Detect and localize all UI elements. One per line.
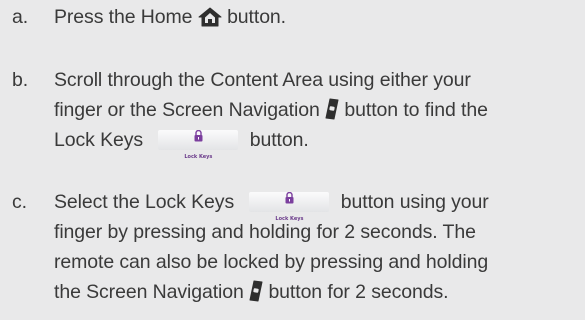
step-text-before: the Screen Navigation	[54, 281, 244, 303]
step-text-after: button.	[227, 6, 286, 28]
step-text-after: button to find the	[344, 99, 488, 121]
step-marker: c.	[12, 191, 27, 213]
step-text-before: finger or the Screen Navigation	[54, 99, 320, 121]
step-text: Scroll through the Content Area using ei…	[54, 65, 584, 160]
step-line: remote can also be locked by pressing an…	[54, 251, 489, 273]
step-text: Press the Home button.	[54, 2, 584, 32]
step-text-after: button using your	[340, 191, 489, 213]
step-text-before: Select the Lock Keys	[54, 191, 235, 213]
lock-keys-button: Lock Keys	[158, 130, 239, 160]
lock-keys-button: Lock Keys	[249, 192, 330, 222]
step-text: Select the Lock Keys Lock Keys button us…	[54, 187, 584, 307]
lock-icon	[285, 192, 294, 204]
lock-icon	[194, 130, 203, 142]
step-marker: a.	[12, 6, 29, 28]
step-text-before: Press the Home	[54, 6, 193, 28]
step-text-before: Lock Keys	[54, 129, 144, 151]
screen-navigation-icon	[249, 280, 263, 311]
screen-navigation-icon	[325, 98, 339, 129]
instructions-page: a. Press the Home button. b. Scroll thro…	[0, 0, 585, 320]
home-icon	[198, 6, 222, 36]
step-line: Scroll through the Content Area using ei…	[54, 69, 471, 91]
step-text-after: button for 2 seconds.	[268, 281, 449, 303]
lock-keys-button-label: Lock Keys	[184, 154, 213, 160]
step-text-after: button.	[249, 129, 309, 151]
lock-keys-button-label: Lock Keys	[275, 216, 304, 222]
step-marker: b.	[12, 69, 29, 91]
